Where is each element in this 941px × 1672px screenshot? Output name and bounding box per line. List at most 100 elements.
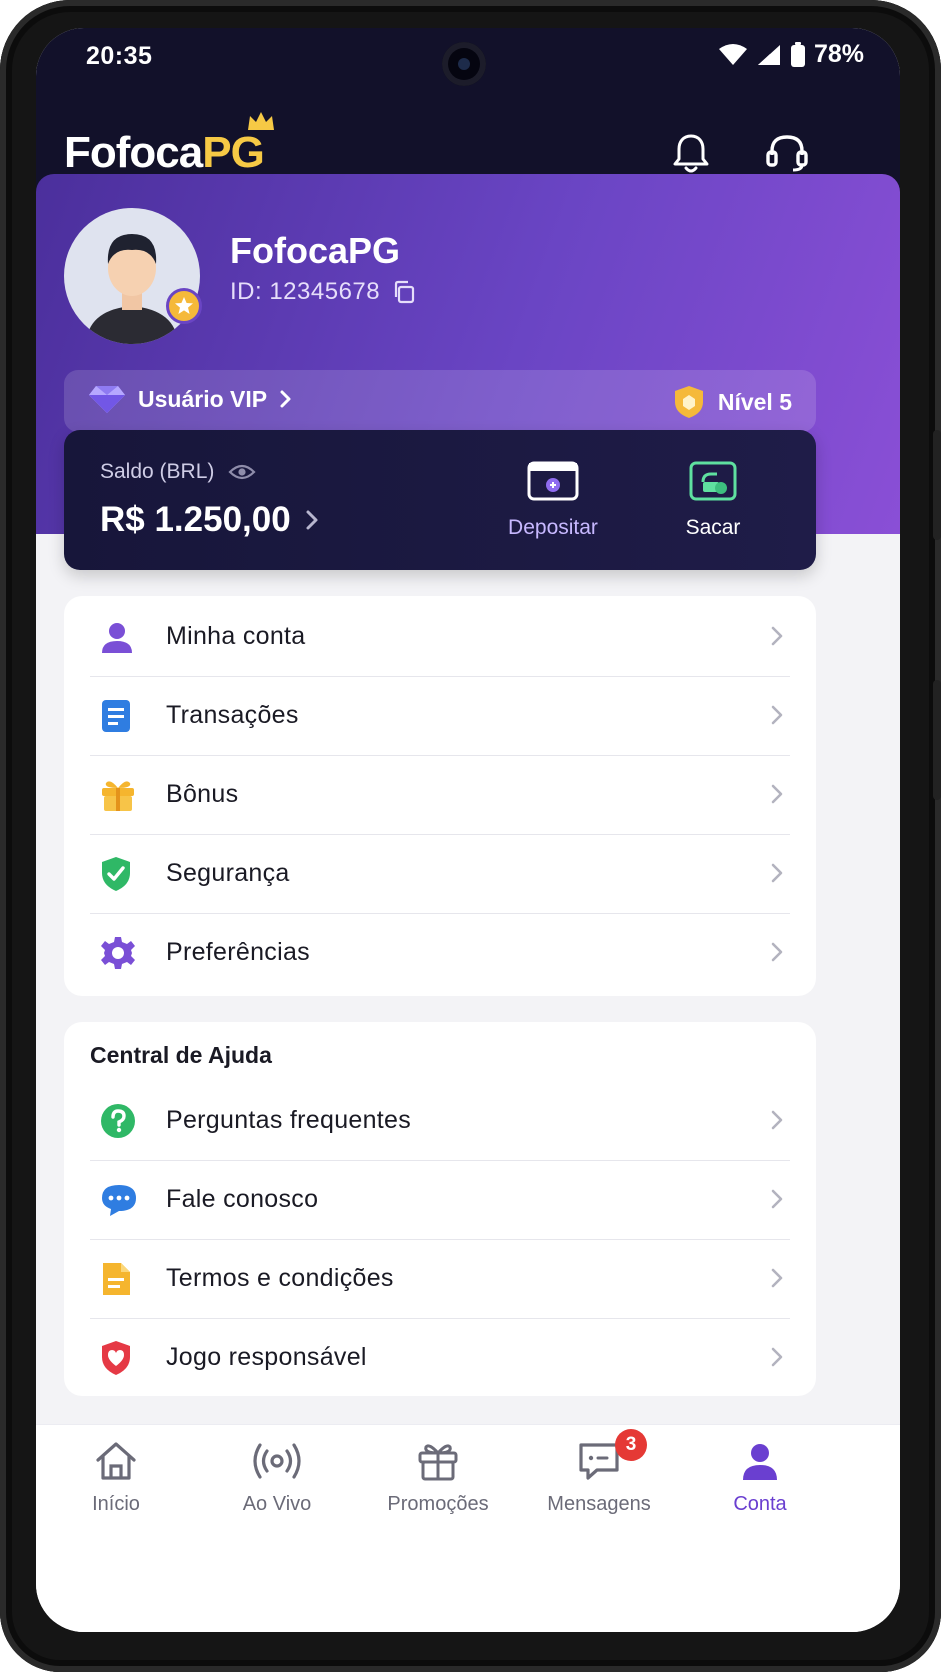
nav-item-conta[interactable]: Conta <box>680 1441 840 1516</box>
balance-value-row[interactable]: R$ 1.250,00 <box>100 500 319 540</box>
phone-mockup: 20:35 78% FofocaPG FofocaPG ID: 12345678… <box>0 0 941 1672</box>
nav-item-inicio[interactable]: Início <box>36 1441 196 1516</box>
nav-item-ao-vivo[interactable]: Ao Vivo <box>197 1441 357 1516</box>
avatar-star-badge <box>166 288 202 324</box>
vip-bar: Usuário VIP Nível 5 <box>64 370 816 432</box>
balance-label-row: Saldo (BRL) <box>100 460 256 484</box>
menu-label: Bônus <box>166 780 239 808</box>
crown-icon <box>247 112 274 130</box>
help-center-card: Central de Ajuda Perguntas frequentes Fa… <box>64 1022 816 1396</box>
chevron-right-icon <box>771 863 783 883</box>
app-screen: 20:35 78% FofocaPG FofocaPG ID: 12345678… <box>36 28 900 1632</box>
withdraw-icon <box>689 461 737 501</box>
nav-label: Promoções <box>387 1493 489 1515</box>
menu-label: Jogo responsável <box>166 1343 367 1371</box>
deposit-button[interactable]: Depositar <box>498 460 608 540</box>
menu-item-transacoes[interactable]: Transações <box>90 676 790 755</box>
screen-bottom-area <box>36 1534 900 1632</box>
gear-icon <box>101 936 135 969</box>
account-icon <box>743 1444 777 1480</box>
menu-label: Termos e condições <box>166 1264 394 1292</box>
menu-item-faq[interactable]: Perguntas frequentes <box>90 1081 790 1160</box>
live-icon <box>253 1443 301 1479</box>
menu-item-contact[interactable]: Fale conosco <box>90 1160 790 1239</box>
message-badge: 3 <box>615 1429 647 1461</box>
question-icon <box>101 1103 135 1138</box>
username: FofocaPG <box>230 230 401 271</box>
nav-item-mensagens[interactable]: 3 Mensagens <box>519 1429 679 1516</box>
file-icon <box>103 1262 130 1295</box>
level-label: Nível 5 <box>717 388 792 415</box>
deposit-card-icon <box>527 461 579 501</box>
vip-label: Usuário VIP <box>138 385 268 412</box>
chat-icon <box>102 1184 136 1216</box>
user-icon <box>102 622 132 653</box>
menu-item-responsible-gaming[interactable]: Jogo responsável <box>90 1318 790 1397</box>
chevron-right-icon <box>771 1189 783 1209</box>
section-title: Central de Ajuda <box>90 1042 272 1068</box>
gift-icon <box>418 1444 458 1481</box>
deposit-label: Depositar <box>508 516 598 539</box>
menu-item-bonus[interactable]: Bônus <box>90 755 790 834</box>
battery-icon <box>790 41 806 68</box>
balance-value: R$ 1.250,00 <box>100 500 291 539</box>
chevron-right-icon <box>771 942 783 962</box>
menu-item-terms[interactable]: Termos e condições <box>90 1239 790 1318</box>
user-id: ID: 12345678 <box>230 278 381 305</box>
nav-label: Ao Vivo <box>242 1493 312 1515</box>
menu-item-seguranca[interactable]: Segurança <box>90 834 790 913</box>
menu-item-minha-conta[interactable]: Minha conta <box>90 597 790 676</box>
bottom-navigation: Início Ao Vivo Promoções 3 Mensagens Con… <box>36 1424 900 1534</box>
copy-icon[interactable] <box>392 280 416 304</box>
chevron-right-icon <box>306 510 318 530</box>
menu-label: Segurança <box>166 859 290 887</box>
balance-label: Saldo (BRL) <box>100 460 215 483</box>
nav-label: Início <box>92 1493 140 1515</box>
notifications-button[interactable] <box>668 130 714 176</box>
heart-shield-icon <box>102 1340 130 1375</box>
wifi-icon <box>718 43 748 67</box>
star-icon <box>175 297 193 314</box>
nav-label: Conta <box>733 1493 787 1515</box>
menu-label: Fale conosco <box>166 1185 319 1213</box>
headset-icon <box>766 135 808 172</box>
status-time: 20:35 <box>86 42 153 70</box>
chevron-right-icon <box>771 784 783 804</box>
menu-label: Preferências <box>166 938 310 966</box>
eye-icon[interactable] <box>228 463 256 481</box>
bell-icon <box>673 134 709 173</box>
document-icon <box>102 699 130 732</box>
home-icon <box>96 1442 136 1480</box>
app-logo[interactable]: FofocaPG <box>64 112 274 178</box>
chevron-right-icon <box>771 705 783 725</box>
user-id-row: ID: 12345678 <box>230 278 416 306</box>
chevron-right-icon <box>280 390 291 408</box>
menu-item-preferencias[interactable]: Preferências <box>90 913 790 992</box>
level-shield-icon <box>674 386 703 418</box>
gift-icon <box>102 780 134 811</box>
signal-icon <box>756 43 782 67</box>
chevron-right-icon <box>771 1347 783 1367</box>
support-button[interactable] <box>764 130 810 176</box>
menu-label: Perguntas frequentes <box>166 1106 412 1134</box>
account-menu-card: Minha conta Transações Bônus Segurança P… <box>64 596 816 996</box>
power-button <box>933 680 941 800</box>
level-indicator: Nível 5 <box>672 384 792 420</box>
volume-button <box>933 430 941 540</box>
menu-label: Minha conta <box>166 622 306 650</box>
chevron-right-icon <box>771 1110 783 1130</box>
status-indicators: 78% <box>718 40 864 69</box>
menu-label: Transações <box>166 701 299 729</box>
balance-card: Saldo (BRL) R$ 1.250,00 Depositar Sacar <box>64 430 816 570</box>
chevron-right-icon <box>771 626 783 646</box>
nav-item-promocoes[interactable]: Promoções <box>358 1441 518 1516</box>
nav-label: Mensagens <box>547 1493 651 1515</box>
vip-link[interactable]: Usuário VIP <box>88 384 293 414</box>
profile-card: FofocaPG ID: 12345678 Usuário VIP Nível … <box>36 174 900 570</box>
withdraw-button[interactable]: Sacar <box>658 460 768 540</box>
status-bar: 20:35 78% <box>36 28 900 88</box>
battery-percent: 78% <box>813 40 864 68</box>
diamond-icon <box>89 386 125 413</box>
front-camera <box>442 42 486 86</box>
logo-text: Fofoca <box>64 128 203 177</box>
